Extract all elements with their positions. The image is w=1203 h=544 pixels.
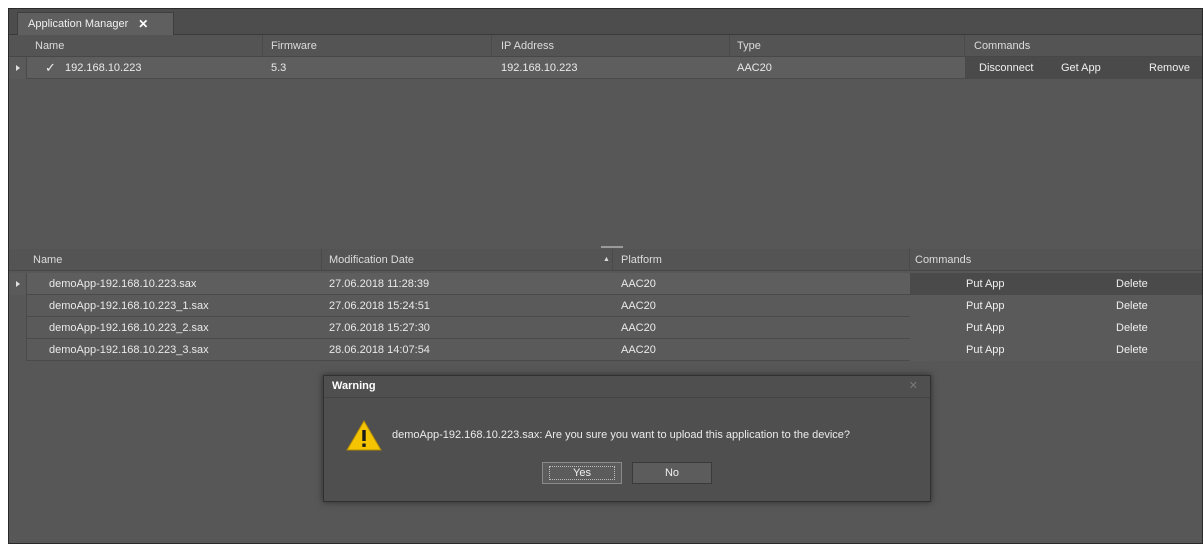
delete-button[interactable]: Delete (1116, 295, 1148, 317)
devices-header: Name Firmware IP Address Type Commands (9, 35, 1202, 57)
remove-button[interactable]: Remove (1149, 57, 1190, 79)
put-app-button[interactable]: Put App (966, 339, 1005, 361)
no-button[interactable]: No (632, 462, 712, 484)
dialog-message: demoApp-192.168.10.223.sax: Are you sure… (392, 429, 851, 441)
col-name[interactable]: Name (35, 35, 64, 57)
warning-icon (346, 420, 382, 451)
column-separator[interactable] (909, 249, 910, 271)
delete-button[interactable]: Delete (1116, 273, 1148, 295)
device-name: 192.168.10.223 (65, 62, 142, 74)
applications-grid: Name Modification Date ▲ Platform Comman… (9, 249, 1202, 385)
device-ip: 192.168.10.223 (501, 62, 578, 74)
app-name: demoApp-192.168.10.223_1.sax (49, 300, 209, 312)
disconnect-button[interactable]: Disconnect (979, 57, 1033, 79)
app-date: 28.06.2018 14:07:54 (329, 344, 430, 356)
column-separator[interactable] (491, 35, 492, 57)
grid-splitter[interactable] (601, 246, 623, 248)
col-ip-address[interactable]: IP Address (501, 35, 554, 57)
app-name: demoApp-192.168.10.223_2.sax (49, 322, 209, 334)
app-platform: AAC20 (621, 322, 656, 334)
app-commands: Put App Delete (910, 273, 1202, 295)
row-indicator (9, 295, 27, 317)
col-commands[interactable]: Commands (974, 35, 1030, 57)
dialog-title: Warning (332, 380, 376, 392)
put-app-button[interactable]: Put App (966, 273, 1005, 295)
connected-check-icon: ✓ (45, 60, 56, 75)
app-commands: Put App Delete (910, 317, 1202, 339)
col-name[interactable]: Name (33, 249, 62, 271)
app-name: demoApp-192.168.10.223.sax (49, 278, 197, 290)
column-separator[interactable] (729, 35, 730, 57)
column-separator[interactable] (612, 249, 613, 271)
app-row[interactable]: demoApp-192.168.10.223_3.sax 28.06.2018 … (9, 339, 1202, 361)
delete-button[interactable]: Delete (1116, 317, 1148, 339)
app-row[interactable]: demoApp-192.168.10.223_1.sax 27.06.2018 … (9, 295, 1202, 317)
application-manager-window: Application Manager ✕ Name Firmware IP A… (8, 8, 1203, 544)
delete-button[interactable]: Delete (1116, 339, 1148, 361)
col-commands[interactable]: Commands (915, 249, 971, 271)
app-row[interactable]: demoApp-192.168.10.223.sax 27.06.2018 11… (9, 273, 1202, 295)
tab-bar: Application Manager ✕ (9, 9, 1202, 35)
app-date: 27.06.2018 11:28:39 (329, 278, 430, 290)
sort-ascending-icon: ▲ (603, 256, 610, 263)
devices-grid: Name Firmware IP Address Type Commands ✓… (9, 35, 1202, 240)
row-indicator (9, 339, 27, 361)
app-platform: AAC20 (621, 300, 656, 312)
dialog-close-icon[interactable]: ✕ (909, 379, 918, 392)
app-row[interactable]: demoApp-192.168.10.223_2.sax 27.06.2018 … (9, 317, 1202, 339)
focus-ring (549, 466, 615, 480)
col-firmware[interactable]: Firmware (271, 35, 317, 57)
row-indicator (9, 57, 27, 79)
column-separator[interactable] (321, 249, 322, 271)
app-platform: AAC20 (621, 278, 656, 290)
app-name: demoApp-192.168.10.223_3.sax (49, 344, 209, 356)
row-arrow-icon (16, 281, 20, 287)
warning-dialog: Warning ✕ demoApp-192.168.10.223.sax: Ar… (323, 375, 931, 502)
row-indicator (9, 317, 27, 339)
app-platform: AAC20 (621, 344, 656, 356)
put-app-button[interactable]: Put App (966, 295, 1005, 317)
device-type: AAC20 (737, 62, 772, 74)
tab-close-icon[interactable]: ✕ (138, 17, 148, 31)
row-indicator (9, 273, 27, 295)
column-separator[interactable] (262, 35, 263, 57)
no-label: No (664, 467, 680, 479)
row-arrow-icon (16, 65, 20, 71)
column-separator[interactable] (964, 35, 965, 57)
col-type[interactable]: Type (737, 35, 761, 57)
col-modification-date[interactable]: Modification Date (329, 249, 414, 271)
get-app-button[interactable]: Get App (1061, 57, 1101, 79)
col-platform[interactable]: Platform (621, 249, 662, 271)
applications-header: Name Modification Date ▲ Platform Comman… (9, 249, 1202, 271)
yes-button[interactable]: Yes (542, 462, 622, 484)
app-commands: Put App Delete (910, 339, 1202, 361)
device-row[interactable]: ✓ 192.168.10.223 5.3 192.168.10.223 AAC2… (9, 57, 1202, 79)
app-commands: Put App Delete (910, 295, 1202, 317)
dialog-titlebar[interactable]: Warning ✕ (324, 376, 930, 398)
app-date: 27.06.2018 15:27:30 (329, 322, 430, 334)
app-date: 27.06.2018 15:24:51 (329, 300, 430, 312)
put-app-button[interactable]: Put App (966, 317, 1005, 339)
tab-application-manager[interactable]: Application Manager ✕ (17, 12, 174, 35)
device-firmware: 5.3 (271, 62, 287, 74)
device-commands: Disconnect Get App Remove (965, 57, 1202, 79)
tab-label: Application Manager (28, 18, 129, 30)
